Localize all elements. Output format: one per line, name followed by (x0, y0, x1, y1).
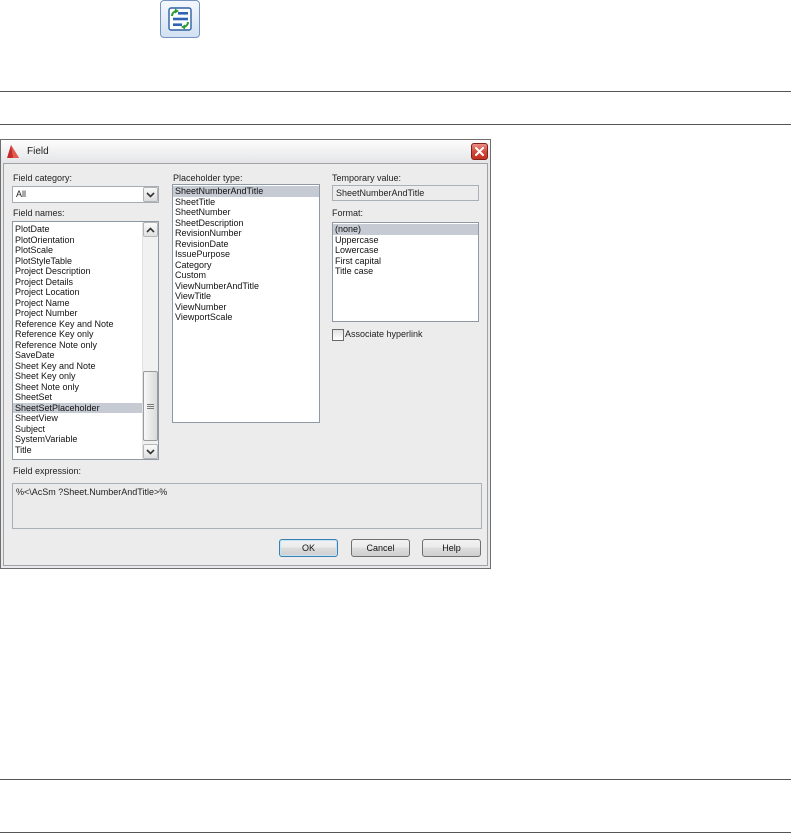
dropdown-arrow-button[interactable] (143, 187, 158, 202)
autocad-app-icon (7, 145, 19, 158)
placeholder-type-item[interactable]: SheetNumber (173, 207, 319, 218)
divider-line (0, 832, 791, 833)
associate-hyperlink-checkbox[interactable] (332, 329, 344, 341)
cancel-button[interactable]: Cancel (351, 539, 410, 557)
field-name-item[interactable]: SheetSet (13, 392, 142, 403)
field-name-item[interactable]: SaveDate (13, 350, 142, 361)
field-names-scrollbar[interactable] (142, 222, 158, 459)
placeholder-type-item[interactable]: RevisionNumber (173, 228, 319, 239)
field-name-item[interactable]: Project Location (13, 287, 142, 298)
format-item[interactable]: First capital (333, 256, 478, 267)
temporary-value-field: SheetNumberAndTitle (332, 185, 479, 201)
scroll-down-button[interactable] (143, 444, 158, 459)
field-name-item[interactable]: Reference Key only (13, 329, 142, 340)
chevron-up-icon (146, 227, 155, 233)
format-item[interactable]: Lowercase (333, 245, 478, 256)
placeholder-type-item[interactable]: ViewportScale (173, 312, 319, 323)
divider-line (0, 124, 791, 125)
placeholder-type-label: Placeholder type: (173, 173, 243, 183)
field-name-item[interactable]: PlotDate (13, 224, 142, 235)
field-expression-label: Field expression: (13, 466, 82, 476)
format-item[interactable]: (none) (333, 224, 478, 235)
temporary-value-text: SheetNumberAndTitle (336, 187, 425, 198)
placeholder-type-item[interactable]: Category (173, 260, 319, 271)
scroll-thumb[interactable] (143, 371, 158, 441)
field-category-label: Field category: (13, 173, 73, 183)
field-name-item[interactable]: PlotOrientation (13, 235, 142, 246)
field-name-item[interactable]: SheetSetPlaceholder (13, 402, 142, 413)
field-name-item[interactable]: Title (13, 445, 142, 456)
update-fields-button[interactable] (160, 0, 200, 38)
title-bar[interactable]: Field (1, 140, 490, 163)
placeholder-type-item[interactable]: ViewNumberAndTitle (173, 281, 319, 292)
divider-line (0, 779, 791, 780)
close-icon (475, 147, 484, 156)
placeholder-type-items: SheetNumberAndTitle SheetTitle SheetNumb… (173, 186, 319, 323)
placeholder-type-item[interactable]: SheetDescription (173, 218, 319, 229)
placeholder-type-item[interactable]: Custom (173, 270, 319, 281)
update-fields-icon (168, 7, 192, 31)
field-name-item[interactable]: Sheet Key only (13, 371, 142, 382)
field-name-item[interactable]: Reference Key and Note (13, 319, 142, 330)
format-items: (none) Uppercase Lowercase First capital… (333, 224, 478, 277)
field-names-list[interactable]: PlotDate PlotOrientation PlotScale PlotS… (12, 221, 159, 460)
placeholder-type-item[interactable]: IssuePurpose (173, 249, 319, 260)
help-button[interactable]: Help (422, 539, 481, 557)
placeholder-type-item[interactable]: SheetTitle (173, 197, 319, 208)
divider-line (0, 91, 791, 92)
field-name-item[interactable]: Project Name (13, 298, 142, 309)
field-category-dropdown[interactable]: All (12, 186, 159, 203)
format-list[interactable]: (none) Uppercase Lowercase First capital… (332, 222, 479, 322)
placeholder-type-item[interactable]: SheetNumberAndTitle (173, 186, 319, 197)
chevron-down-icon (146, 449, 155, 455)
field-expression-box: %<\AcSm ?Sheet.NumberAndTitle>% (12, 483, 482, 529)
placeholder-type-item[interactable]: ViewNumber (173, 302, 319, 313)
placeholder-type-item[interactable]: RevisionDate (173, 239, 319, 250)
ok-button[interactable]: OK (279, 539, 338, 557)
dialog-title: Field (27, 146, 49, 157)
field-name-item[interactable]: Sheet Note only (13, 382, 142, 393)
field-name-item[interactable]: PlotScale (13, 245, 142, 256)
field-names-label: Field names: (13, 208, 65, 218)
field-name-item[interactable]: Sheet Key and Note (13, 361, 142, 372)
field-expression-text: %<\AcSm ?Sheet.NumberAndTitle>% (16, 487, 168, 497)
field-names-items: PlotDate PlotOrientation PlotScale PlotS… (13, 224, 142, 455)
chevron-down-icon (146, 192, 155, 198)
scroll-up-button[interactable] (143, 222, 158, 237)
close-button[interactable] (471, 143, 488, 160)
field-name-item[interactable]: SystemVariable (13, 434, 142, 445)
associate-hyperlink-label[interactable]: Associate hyperlink (345, 329, 423, 340)
field-name-item[interactable]: Subject (13, 424, 142, 435)
placeholder-type-item[interactable]: ViewTitle (173, 291, 319, 302)
grip-icon (147, 404, 154, 409)
format-label: Format: (332, 208, 364, 218)
field-name-item[interactable]: PlotStyleTable (13, 256, 142, 267)
format-item[interactable]: Title case (333, 266, 478, 277)
field-category-value: All (16, 189, 27, 199)
field-name-item[interactable]: Project Details (13, 277, 142, 288)
field-name-item[interactable]: Reference Note only (13, 340, 142, 351)
field-name-item[interactable]: Project Number (13, 308, 142, 319)
field-dialog: Field Field category: All Field names: P… (0, 139, 491, 569)
temporary-value-label: Temporary value: (332, 173, 402, 183)
format-item[interactable]: Uppercase (333, 235, 478, 246)
field-name-item[interactable]: Project Description (13, 266, 142, 277)
placeholder-type-list[interactable]: SheetNumberAndTitle SheetTitle SheetNumb… (172, 184, 320, 423)
field-name-item[interactable]: SheetView (13, 413, 142, 424)
